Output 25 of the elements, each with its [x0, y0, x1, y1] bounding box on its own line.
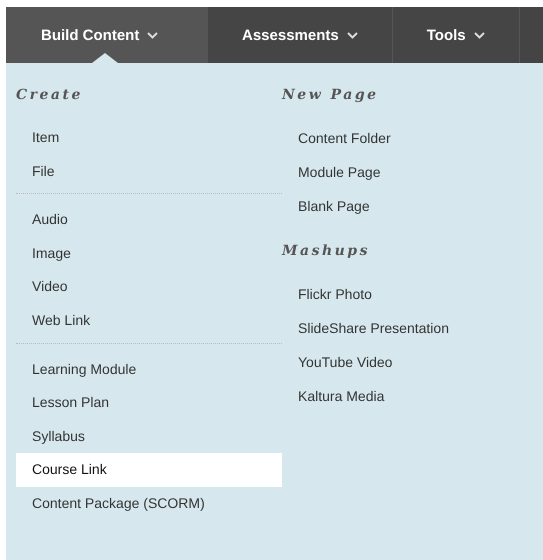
menu-item[interactable]: Video [16, 270, 282, 304]
chevron-down-icon [346, 32, 358, 38]
chevron-down-icon [474, 32, 485, 38]
menu-item[interactable]: Module Page [282, 155, 543, 189]
menu-item[interactable]: Image [16, 236, 282, 270]
chevron-down-icon [147, 32, 158, 38]
menu-item[interactable]: Content Folder [282, 121, 543, 155]
menu-item[interactable]: Lesson Plan [16, 386, 282, 420]
menu-item[interactable]: Learning Module [16, 352, 282, 386]
section-heading: New Page [282, 87, 380, 105]
menu-item[interactable]: Course Link [16, 453, 282, 487]
menu-item[interactable]: SlideShare Presentation [282, 311, 543, 345]
menu-item[interactable]: Web Link [16, 304, 282, 338]
menu-item[interactable]: YouTube Video [282, 345, 543, 379]
menu-item[interactable]: Flickr Photo [282, 277, 543, 311]
menu-item[interactable]: File [16, 154, 282, 188]
menu-item[interactable]: Item [16, 121, 282, 155]
section-heading: Mashups [282, 243, 371, 261]
menu-item[interactable]: Blank Page [282, 189, 543, 223]
menu-item[interactable]: Kaltura Media [282, 379, 543, 413]
menu-item[interactable]: Audio [16, 203, 282, 237]
section-heading: Create [16, 87, 84, 105]
menu-item[interactable]: Syllabus [16, 420, 282, 454]
nav-tab[interactable]: Build Content [6, 7, 208, 63]
menu-item[interactable]: Content Package (SCORM) [16, 486, 282, 521]
